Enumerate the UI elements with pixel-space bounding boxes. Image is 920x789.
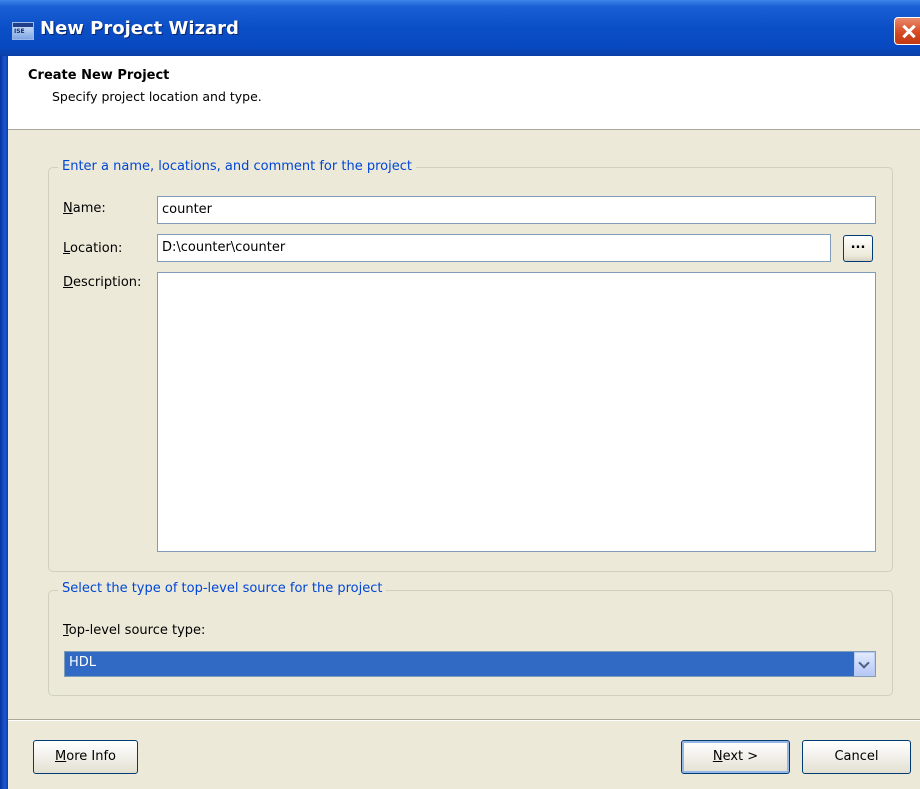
- location-field[interactable]: D:\counter\counter: [157, 234, 831, 262]
- name-label-mnemonic: N: [63, 201, 73, 216]
- cancel-button[interactable]: Cancel: [802, 740, 911, 774]
- next-text: ext >: [722, 749, 759, 764]
- description-textarea[interactable]: [157, 272, 876, 552]
- next-button[interactable]: Next >: [681, 740, 790, 774]
- location-label-text: ocation:: [70, 241, 123, 256]
- ise-app-icon: ISE: [12, 22, 34, 40]
- more-info-button[interactable]: More Info: [33, 740, 138, 774]
- header-title: Create New Project: [28, 68, 170, 83]
- window-left-border: [0, 56, 8, 789]
- footer-separator: [8, 719, 920, 721]
- more-info-mnemonic: M: [55, 749, 67, 764]
- wizard-header: Create New Project Specify project locat…: [8, 56, 920, 130]
- description-label-text: escription:: [73, 275, 142, 290]
- location-label: Location:: [63, 241, 122, 256]
- header-subtitle: Specify project location and type.: [52, 89, 262, 104]
- description-label-mnemonic: D: [63, 275, 74, 290]
- location-label-mnemonic: L: [63, 241, 71, 256]
- project-info-group-legend: Enter a name, locations, and comment for…: [58, 159, 416, 174]
- description-label: Description:: [63, 275, 141, 290]
- top-level-source-type-label: Top-level source type:: [63, 623, 205, 638]
- close-icon[interactable]: [894, 17, 920, 45]
- top-level-source-type-select[interactable]: HDL: [64, 651, 876, 677]
- more-info-text: ore Info: [66, 749, 116, 764]
- source-type-selected-value: HDL: [69, 655, 97, 670]
- app-icon-text: ISE: [14, 28, 25, 35]
- source-type-group: [48, 590, 893, 696]
- chevron-down-icon[interactable]: [854, 652, 875, 676]
- name-label: Name:: [63, 201, 106, 216]
- new-project-wizard-window: ISE New Project Wizard Create New Projec…: [0, 0, 920, 789]
- window-title: New Project Wizard: [40, 18, 239, 39]
- title-bar[interactable]: ISE New Project Wizard: [0, 0, 920, 56]
- next-mnemonic: N: [712, 749, 723, 764]
- name-field[interactable]: counter: [157, 196, 876, 224]
- name-label-text: ame:: [72, 201, 106, 216]
- type-label-text: op-level source type:: [68, 623, 206, 638]
- browse-location-button[interactable]: ...: [843, 235, 873, 262]
- source-type-group-legend: Select the type of top-level source for …: [58, 581, 387, 596]
